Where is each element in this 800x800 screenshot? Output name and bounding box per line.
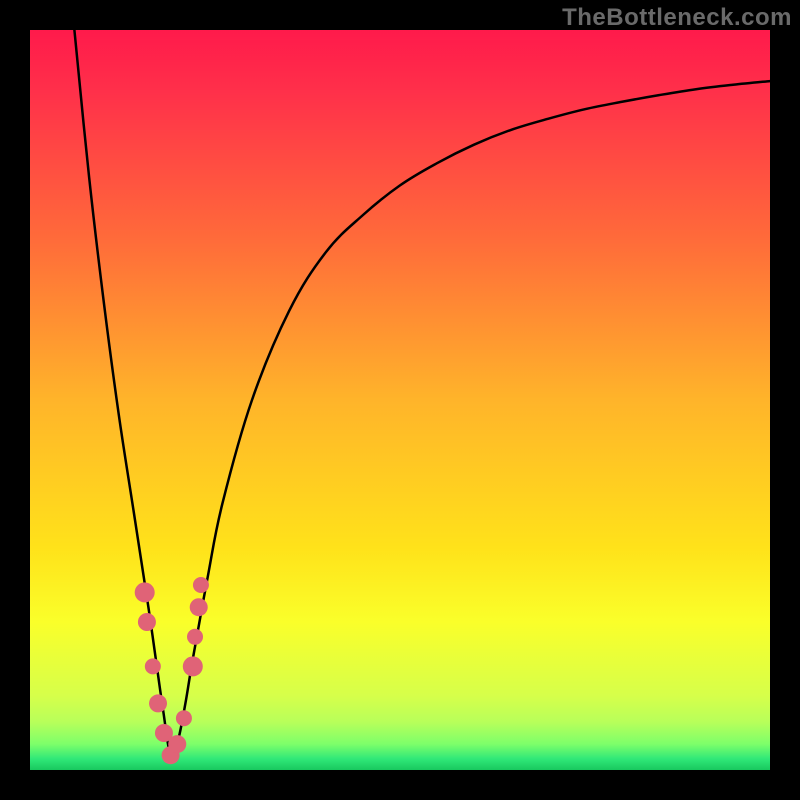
sample-dot: [168, 735, 186, 753]
sample-dot: [183, 656, 203, 676]
sample-dot: [135, 582, 155, 602]
sample-dot: [138, 613, 156, 631]
sample-dot: [193, 577, 209, 593]
chart-svg: [30, 30, 770, 770]
sample-dot: [176, 710, 192, 726]
gradient-background: [30, 30, 770, 770]
watermark-text: TheBottleneck.com: [562, 4, 792, 32]
sample-dot: [187, 629, 203, 645]
sample-dot: [145, 658, 161, 674]
plot-area: [30, 30, 770, 770]
chart-frame: TheBottleneck.com: [0, 0, 800, 800]
sample-dot: [149, 694, 167, 712]
sample-dot: [190, 598, 208, 616]
